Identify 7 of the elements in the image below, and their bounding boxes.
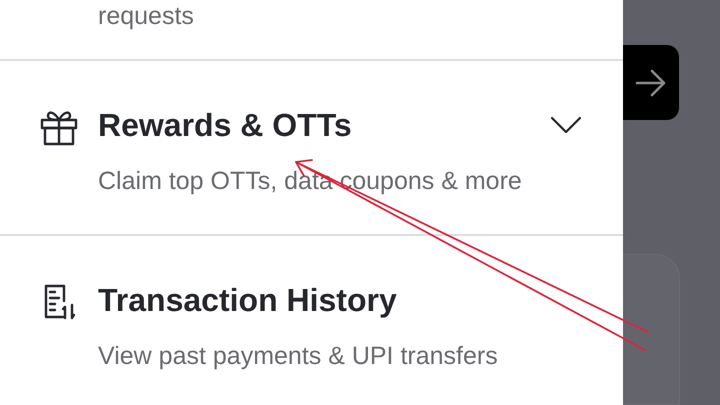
- arrow-right-icon: [635, 68, 667, 97]
- menu-item-title: Rewards & OTTs: [98, 106, 353, 145]
- menu-item-title: Transaction History: [98, 281, 398, 320]
- forward-tab[interactable]: [623, 45, 679, 120]
- chevron-down-icon[interactable]: [551, 117, 581, 133]
- menu-item-subtitle: requests: [98, 1, 194, 32]
- menu-item-subtitle: View past payments & UPI transfers: [98, 341, 499, 372]
